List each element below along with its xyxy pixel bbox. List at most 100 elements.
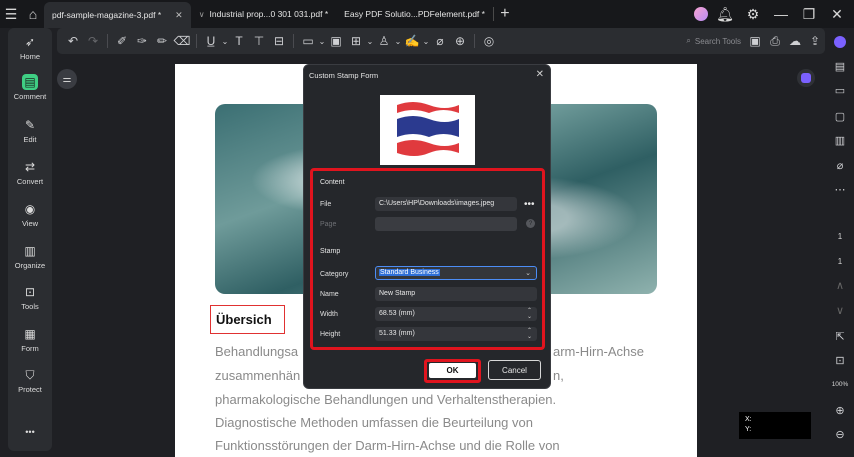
menu-icon[interactable]: ☰	[0, 3, 22, 25]
fit-page-icon[interactable]: ⊡	[830, 352, 850, 368]
underline-icon[interactable]: U̲	[201, 30, 221, 52]
tab-label: pdf-sample-magazine-3.pdf *	[52, 10, 162, 20]
settings-sliders-icon[interactable]: ⚌	[57, 69, 77, 89]
textbox-icon[interactable]: ⊤	[249, 30, 269, 52]
sidebar-item-view[interactable]: ◉ View	[8, 201, 52, 228]
file-path-value: C:\Users\HP\Downloads\images.jpeg	[379, 200, 495, 207]
panel-icon[interactable]: ▤	[830, 58, 850, 74]
gear-icon[interactable]: ⚙	[742, 3, 764, 25]
ok-button[interactable]: OK	[429, 363, 476, 378]
spinner-icon[interactable]: ⌃ ⌄	[527, 328, 532, 340]
zoom-level[interactable]: 100%	[830, 381, 850, 388]
stamp-section-label: Stamp	[320, 248, 341, 255]
page-up-icon[interactable]: ∧	[830, 277, 850, 293]
zoom-in-icon[interactable]: ⊕	[830, 402, 850, 418]
text-icon[interactable]: T	[229, 30, 249, 52]
print-icon[interactable]: ⎙	[765, 30, 785, 52]
select-cursor-icon[interactable]: ⇱	[830, 328, 850, 344]
sidebar-item-comment[interactable]: ▤ Comment	[8, 74, 52, 101]
tab-easy-pdf-solutions[interactable]: Easy PDF Solutio...PDFelement.pdf *	[336, 1, 493, 27]
sidebar-item-home[interactable]: ➶ Home	[8, 34, 52, 61]
toolbar-divider	[293, 34, 294, 48]
cancel-button[interactable]: Cancel	[488, 360, 541, 380]
restore-icon[interactable]: ❐	[798, 3, 820, 25]
sidebar-item-organize[interactable]: ▥ Organize	[8, 243, 52, 270]
chevron-down-icon[interactable]: ⌄	[366, 30, 374, 52]
save-icon[interactable]: ▣	[745, 30, 765, 52]
file-path-field[interactable]: C:\Users\HP\Downloads\images.jpeg	[375, 197, 517, 211]
paragraph-line: arm-Hirn-Achse	[553, 344, 645, 359]
width-stepper[interactable]: 68.53 (mm) ⌃ ⌄	[375, 307, 537, 321]
browse-more-button[interactable]: •••	[524, 199, 535, 210]
total-pages: 1	[837, 257, 843, 266]
page-heading: Übersich	[216, 312, 272, 327]
help-icon[interactable]: ?	[526, 219, 535, 228]
sidebar-item-protect[interactable]: ⛉ Protect	[8, 367, 52, 395]
more-icon[interactable]: ⋯	[830, 181, 850, 197]
sidebar-item-label: Form	[21, 344, 39, 353]
stamp-tool-icon[interactable]: ♙	[374, 30, 394, 52]
thai-flag-image	[396, 102, 459, 156]
stamp-icon[interactable]: ⊞	[346, 30, 366, 52]
content-highlight-frame	[310, 168, 545, 350]
shield-icon: ⛉	[25, 367, 35, 382]
callout-icon[interactable]: ⊟	[269, 30, 289, 52]
chevron-down-icon[interactable]: ∨	[199, 10, 205, 19]
home-icon[interactable]: ⌂	[22, 3, 44, 25]
cloud-upload-icon[interactable]: ☁	[785, 30, 805, 52]
thumbnail-icon[interactable]: ▭	[830, 82, 850, 98]
stamp-name-input[interactable]: New Stamp	[375, 287, 537, 301]
chevron-down-icon[interactable]: ⌄	[221, 30, 229, 52]
sidebar-item-tools[interactable]: ⊡ Tools	[8, 284, 52, 311]
new-tab-button[interactable]: +	[494, 3, 516, 25]
zoom-out-icon[interactable]: ⊖	[830, 426, 850, 442]
area-highlight-icon[interactable]: ✑	[132, 30, 152, 52]
minimize-icon[interactable]: —	[770, 3, 792, 25]
current-page[interactable]: 1	[830, 232, 850, 241]
undo-icon[interactable]: ↶	[63, 30, 83, 52]
properties-icon[interactable]: ▥	[830, 132, 850, 148]
comment-add-icon[interactable]: ⊕	[450, 30, 470, 52]
page-field[interactable]	[375, 217, 517, 231]
signature-icon[interactable]: ✍	[402, 30, 422, 52]
category-select[interactable]: Standard Business ⌄	[375, 266, 537, 280]
close-window-icon[interactable]: ✕	[826, 3, 848, 25]
chevron-down-icon[interactable]: ⌄	[422, 30, 430, 52]
chevron-down-icon[interactable]: ⌄	[318, 30, 326, 52]
close-icon[interactable]: ✕	[175, 10, 183, 21]
hide-comments-icon[interactable]: ◎	[479, 30, 499, 52]
attachment-icon[interactable]: ⌀	[830, 157, 850, 173]
height-stepper[interactable]: 51.33 (mm) ⌃ ⌄	[375, 327, 537, 341]
redo-icon[interactable]: ↷	[83, 30, 103, 52]
sidebar-more-button[interactable]: •••	[8, 427, 52, 437]
share-icon[interactable]: ⇪	[805, 30, 825, 52]
comment-list-icon[interactable]: ▢	[830, 108, 850, 124]
sidebar-item-form[interactable]: ▦ Form	[8, 326, 52, 353]
eraser-icon[interactable]: ⌫	[172, 30, 192, 52]
spinner-icon[interactable]: ⌃ ⌄	[527, 308, 532, 320]
pencil-icon[interactable]: ✏	[152, 30, 172, 52]
rectangle-icon[interactable]: ▭	[298, 30, 318, 52]
width-value: 68.53 (mm)	[379, 310, 415, 317]
name-label: Name	[320, 291, 339, 298]
sidebar-item-convert[interactable]: ⇄ Convert	[8, 159, 52, 186]
search-tools[interactable]: ⌕ Search Tools	[686, 36, 745, 46]
avatar[interactable]	[694, 7, 708, 21]
sidebar-item-edit[interactable]: ✎ Edit	[8, 117, 52, 144]
content-section-label: Content	[320, 179, 345, 186]
chevron-down-icon: ⌄	[525, 270, 531, 277]
chevron-down-icon[interactable]: ⌄	[394, 30, 402, 52]
close-icon[interactable]: ✕	[536, 69, 544, 80]
form-icon: ▦	[24, 327, 36, 341]
page-down-icon[interactable]: ∨	[830, 302, 850, 318]
paragraph-line: zusammenhän	[215, 368, 301, 383]
tab-industrial-prop[interactable]: ∨ Industrial prop...0 301 031.pdf *	[191, 1, 336, 27]
ai-assistant-icon[interactable]	[830, 34, 850, 50]
page-label: Page	[320, 221, 337, 228]
bell-icon[interactable]: 🔔︎	[714, 3, 736, 25]
attachment-icon[interactable]: ⌀	[430, 30, 450, 52]
highlighter-icon[interactable]: ✐	[112, 30, 132, 52]
tab-pdf-sample-magazine[interactable]: pdf-sample-magazine-3.pdf * ✕	[44, 2, 191, 28]
ai-chat-button[interactable]	[797, 69, 815, 87]
note-icon[interactable]: ▣	[326, 30, 346, 52]
